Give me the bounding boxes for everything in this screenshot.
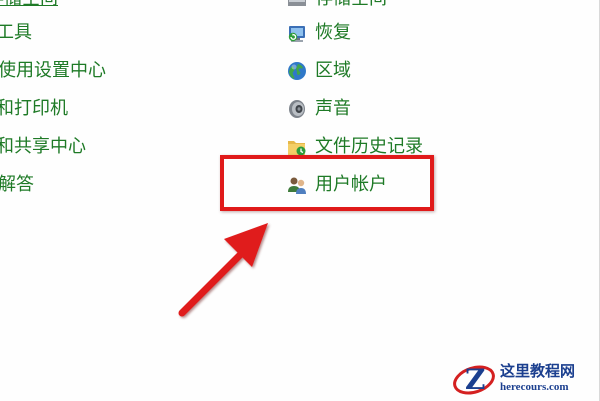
item-recovery[interactable]: 恢复 xyxy=(286,20,351,46)
left-link-storage[interactable]: 存储空间 xyxy=(0,0,58,10)
item-file-history[interactable]: 文件历史记录 xyxy=(286,134,423,160)
item-sound[interactable]: 声音 xyxy=(286,96,351,122)
recovery-icon xyxy=(288,26,305,42)
left-link-tools[interactable]: 工具 xyxy=(0,22,32,44)
item-recovery-label: 恢复 xyxy=(315,22,351,43)
item-storage[interactable]: 存储空间 xyxy=(286,0,387,12)
user-accounts-icon xyxy=(288,177,306,194)
region-globe-icon xyxy=(288,62,306,80)
storage-icon xyxy=(288,0,306,6)
item-region-label: 区域 xyxy=(315,60,351,81)
svg-text:Z: Z xyxy=(465,363,485,396)
watermark-title: 这里教程网 xyxy=(500,362,576,380)
herecours-logo-icon: Z xyxy=(453,363,495,396)
left-link-printers[interactable]: 和打印机 xyxy=(0,98,68,120)
left-link-network-sharing[interactable]: 和共享中心 xyxy=(0,136,86,158)
item-region[interactable]: 区域 xyxy=(286,58,351,84)
watermark-url: herecours.com xyxy=(500,381,569,393)
item-user-accounts[interactable]: 用户帐户 xyxy=(286,172,387,198)
item-user-accounts-label: 用户帐户 xyxy=(315,174,387,195)
item-storage-label: 存储空间 xyxy=(315,0,387,10)
left-link-settings-center[interactable]: 使用设置中心 xyxy=(0,60,106,82)
red-arrow-icon xyxy=(178,223,268,317)
watermark: Z 这里教程网 herecours.com xyxy=(452,356,599,400)
item-file-history-label: 文件历史记录 xyxy=(315,136,423,157)
speaker-icon xyxy=(289,100,305,118)
control-panel-view: 存储空间 工具 使用设置中心 和打印机 和共享中心 解答 存储空间 恢复 xyxy=(0,0,600,401)
item-sound-label: 声音 xyxy=(315,98,351,119)
file-history-icon xyxy=(288,141,306,156)
left-link-troubleshooting[interactable]: 解答 xyxy=(0,174,34,196)
